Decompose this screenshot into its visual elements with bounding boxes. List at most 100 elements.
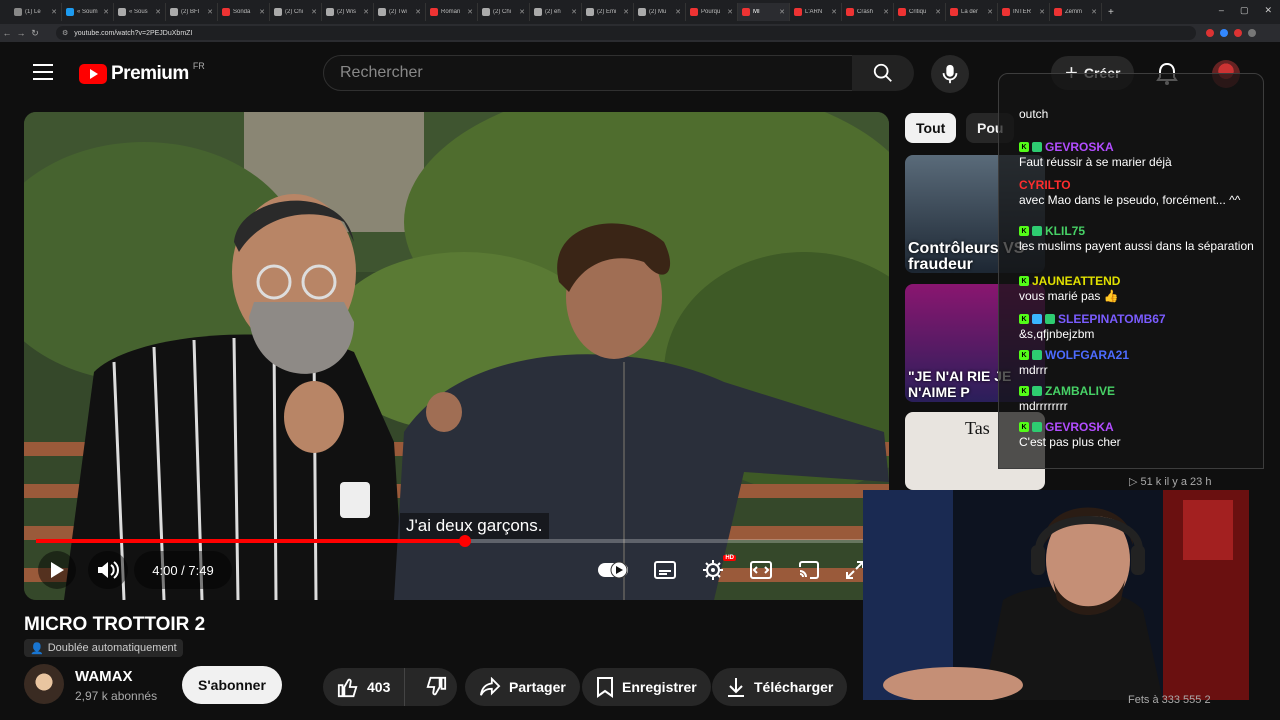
tab-close-icon[interactable]: ✕ [51, 8, 57, 16]
save-label: Enregistrer [622, 679, 697, 695]
chip-all[interactable]: Tout [905, 113, 957, 143]
close-window-icon[interactable]: ✕ [1264, 5, 1272, 16]
save-button[interactable]: Enregistrer [582, 668, 711, 706]
browser-tab[interactable]: (1) Le ✕ [10, 3, 62, 21]
tab-close-icon[interactable]: ✕ [259, 8, 265, 16]
chat-username[interactable]: WOLFGARA21 [1045, 348, 1129, 362]
theater-mode-button[interactable] [744, 551, 778, 589]
dubbed-badge[interactable]: 👤 Doublée automatiquement [24, 639, 183, 657]
extension-icon[interactable] [1220, 29, 1228, 37]
volume-button[interactable] [88, 551, 128, 589]
browser-tab[interactable]: Zemm ✕ [1050, 3, 1102, 21]
menu-icon[interactable] [33, 64, 53, 80]
new-tab-button[interactable]: + [1108, 7, 1114, 18]
chat-badge-icon: K [1019, 226, 1029, 236]
channel-name[interactable]: WAMAX [75, 668, 133, 685]
tab-close-icon[interactable]: ✕ [467, 8, 473, 16]
tab-close-icon[interactable]: ✕ [103, 8, 109, 16]
chat-username[interactable]: ZAMBALIVE [1045, 384, 1115, 398]
search-input[interactable] [340, 64, 852, 82]
subscribe-button[interactable]: S'abonner [182, 666, 282, 704]
tab-close-icon[interactable]: ✕ [519, 8, 525, 16]
browser-tab[interactable]: (2) eh ✕ [530, 3, 582, 21]
video-title: MICRO TROTTOIR 2 [24, 614, 206, 635]
dislike-button[interactable] [413, 668, 459, 706]
tab-favicon-icon [846, 8, 854, 16]
browser-tab[interactable]: (2) Emi ✕ [582, 3, 634, 21]
chat-author-row: K KLIL75 [1019, 224, 1259, 238]
channel-avatar[interactable] [24, 664, 64, 704]
tab-close-icon[interactable]: ✕ [571, 8, 577, 16]
autoplay-toggle[interactable] [596, 551, 630, 589]
tab-close-icon[interactable]: ✕ [831, 8, 837, 16]
tab-close-icon[interactable]: ✕ [727, 8, 733, 16]
download-button[interactable]: Télécharger [712, 668, 848, 706]
progress-bar[interactable] [36, 535, 877, 547]
tab-close-icon[interactable]: ✕ [207, 8, 213, 16]
tab-close-icon[interactable]: ✕ [311, 8, 317, 16]
gear-icon [703, 560, 723, 580]
browser-tab[interactable]: (2) Chi ✕ [478, 3, 530, 21]
chat-username[interactable]: GEVROSKA [1045, 420, 1114, 434]
chat-username[interactable]: CYRILTO [1019, 178, 1071, 192]
tab-close-icon[interactable]: ✕ [987, 8, 993, 16]
minimize-icon[interactable]: – [1219, 5, 1224, 16]
back-icon[interactable]: ← [0, 28, 14, 38]
like-button[interactable]: 403 [323, 668, 406, 706]
browser-tab[interactable]: (2) Wis ✕ [322, 3, 374, 21]
chat-username[interactable]: KLIL75 [1045, 224, 1085, 238]
search-button[interactable] [852, 55, 914, 91]
browser-tab[interactable]: Critiqu ✕ [894, 3, 946, 21]
tab-title: Crash [857, 9, 874, 15]
site-info-icon[interactable]: ⚙ [62, 29, 68, 37]
browser-tab[interactable]: (2) Chi ✕ [270, 3, 322, 21]
tab-close-icon[interactable]: ✕ [935, 8, 941, 16]
browser-tab[interactable]: « Soum ✕ [62, 3, 114, 21]
browser-tab[interactable]: INTER ✕ [998, 3, 1050, 21]
reload-icon[interactable]: ↻ [28, 28, 42, 39]
chat-message: outch [1019, 106, 1259, 122]
browser-tab[interactable]: L'ARN ✕ [790, 3, 842, 21]
cast-button[interactable] [792, 551, 826, 589]
tab-title: MI [753, 9, 760, 15]
subtitles-button[interactable] [648, 551, 682, 589]
tab-close-icon[interactable]: ✕ [675, 8, 681, 16]
chat-badge-icon: K [1019, 276, 1029, 286]
tab-close-icon[interactable]: ✕ [415, 8, 421, 16]
voice-search-button[interactable] [931, 55, 969, 93]
browser-tab[interactable]: (2) BFI ✕ [166, 3, 218, 21]
browser-tab[interactable]: (2) Twi ✕ [374, 3, 426, 21]
browser-tab[interactable]: Sonda ✕ [218, 3, 270, 21]
extension-icon[interactable] [1234, 29, 1242, 37]
video-player[interactable]: J'ai deux garçons. 4:00 / 7:49 HD [24, 112, 889, 600]
maximize-icon[interactable]: ▢ [1240, 5, 1249, 16]
tab-close-icon[interactable]: ✕ [883, 8, 889, 16]
share-button[interactable]: Partager [465, 668, 580, 706]
browser-tab[interactable]: « Sous ✕ [114, 3, 166, 21]
tab-close-icon[interactable]: ✕ [1039, 8, 1045, 16]
tab-title: Critiqu [909, 9, 927, 15]
settings-button[interactable]: HD [696, 551, 736, 589]
tab-close-icon[interactable]: ✕ [779, 8, 785, 16]
chat-username[interactable]: GEVROSKA [1045, 140, 1114, 154]
browser-tab[interactable]: Roman ✕ [426, 3, 478, 21]
tab-close-icon[interactable]: ✕ [1091, 8, 1097, 16]
chat-username[interactable]: SLEEPINATOMB67 [1058, 312, 1166, 326]
browser-tab[interactable]: La der ✕ [946, 3, 998, 21]
tab-close-icon[interactable]: ✕ [363, 8, 369, 16]
play-button[interactable] [38, 551, 76, 589]
tab-close-icon[interactable]: ✕ [155, 8, 161, 16]
tab-close-icon[interactable]: ✕ [623, 8, 629, 16]
tab-title: « Sous [129, 9, 148, 15]
extension-icon[interactable] [1206, 29, 1214, 37]
extension-icon[interactable] [1248, 29, 1256, 37]
browser-tab[interactable]: (2) Mu ✕ [634, 3, 686, 21]
forward-icon[interactable]: → [14, 28, 28, 38]
url-field[interactable]: ⚙ youtube.com/watch?v=2PEJDuXbmZI [56, 26, 1196, 40]
browser-tab[interactable]: Pourqu ✕ [686, 3, 738, 21]
chat-username[interactable]: JAUNEATTEND [1032, 274, 1120, 288]
browser-tab[interactable]: MI ✕ [738, 3, 790, 21]
youtube-premium-logo[interactable]: Premium FR [79, 61, 205, 85]
address-bar: ← → ↻ ⚙ youtube.com/watch?v=2PEJDuXbmZI [0, 24, 1280, 42]
browser-tab[interactable]: Crash ✕ [842, 3, 894, 21]
